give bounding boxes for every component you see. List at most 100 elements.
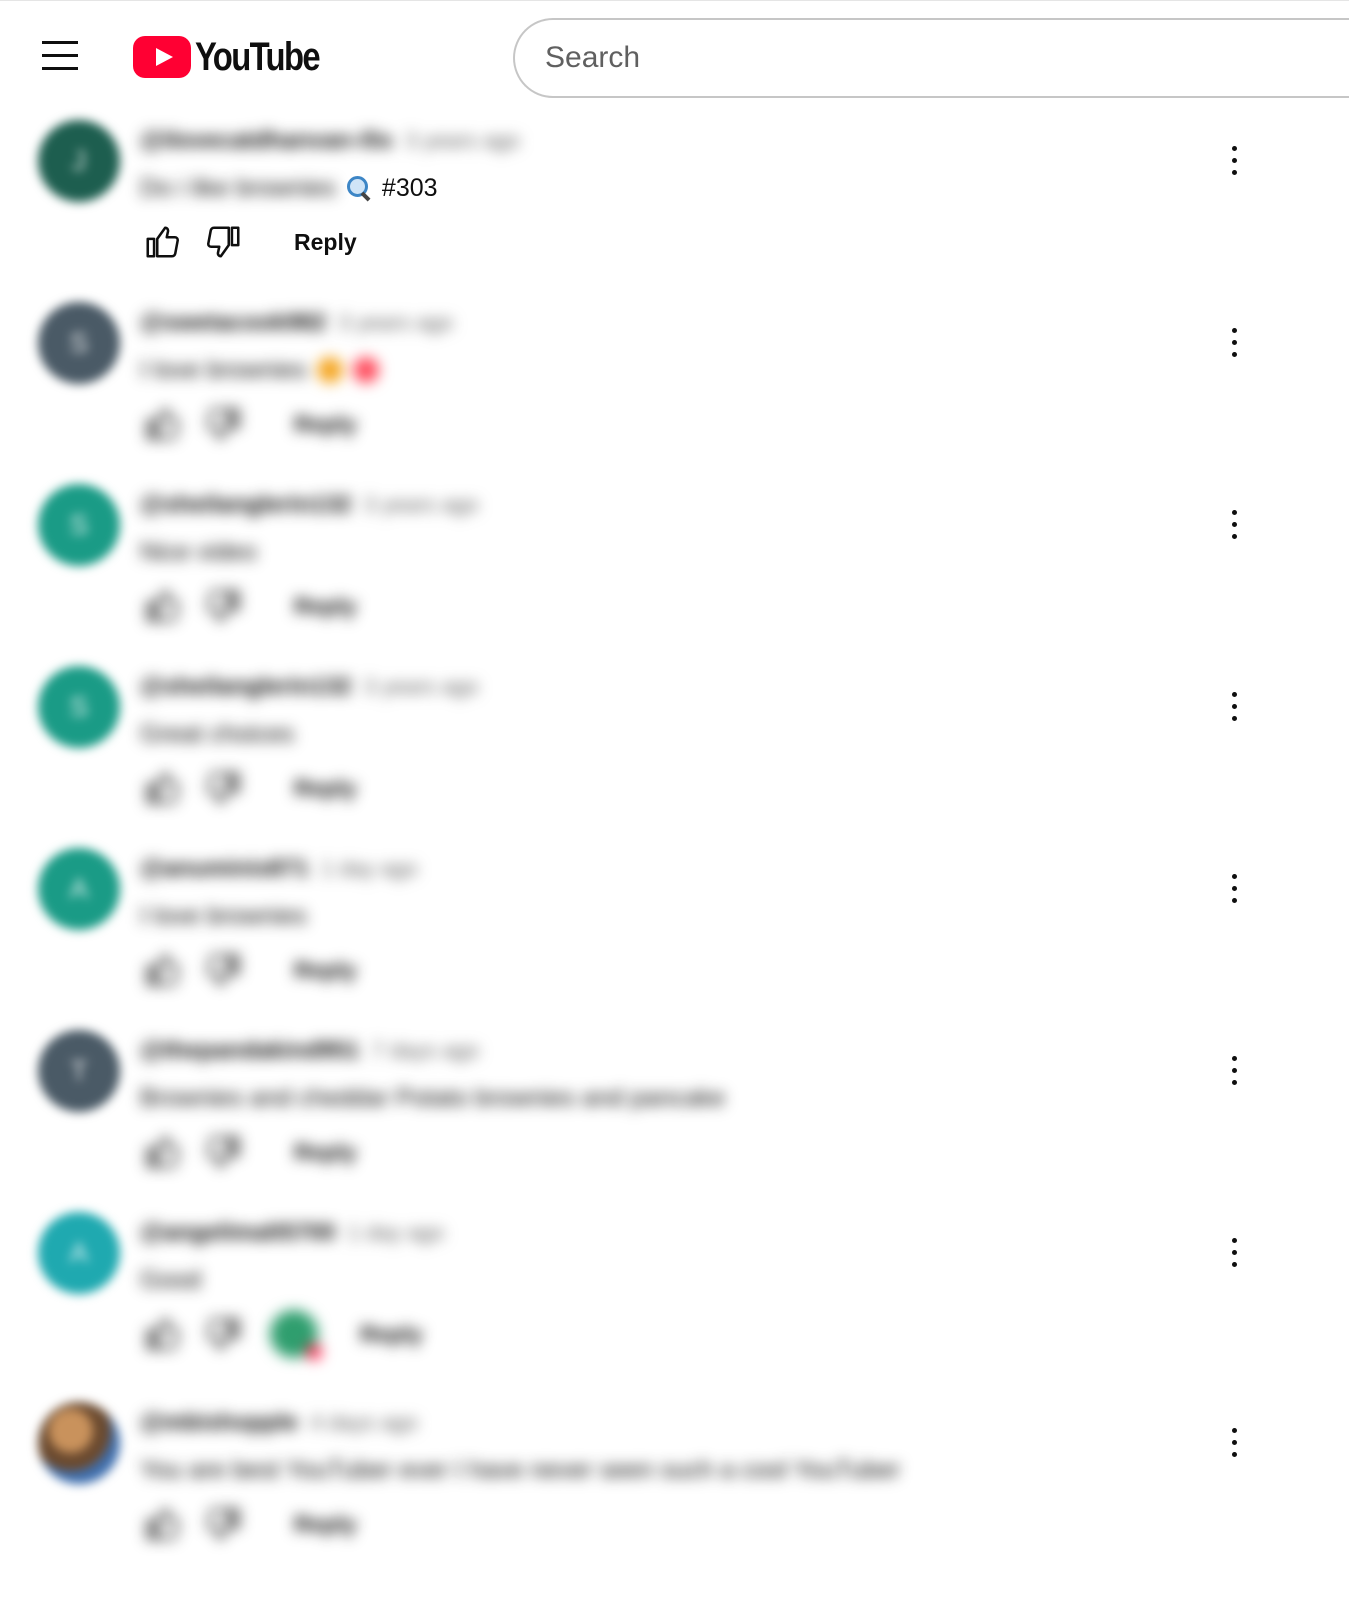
avatar[interactable]: S: [38, 302, 120, 384]
comment-author[interactable]: @sheilanglerin132: [140, 673, 352, 701]
emoji-icon: [316, 357, 343, 383]
comment-header: @anuminis871 1 day ago: [140, 850, 417, 888]
reply-button[interactable]: Reply: [294, 1139, 357, 1166]
comment-author[interactable]: @sheilanglerin132: [140, 491, 352, 519]
more-actions-icon[interactable]: [1212, 134, 1256, 186]
dislike-icon[interactable]: [202, 1502, 246, 1546]
reply-button[interactable]: Reply: [294, 1511, 357, 1538]
more-actions-icon[interactable]: [1212, 1044, 1256, 1096]
avatar[interactable]: J: [38, 120, 120, 202]
reply-button[interactable]: Reply: [360, 1321, 423, 1348]
reply-button[interactable]: Reply: [294, 411, 357, 438]
comment-header: @swetacook982 3 years ago: [140, 304, 453, 342]
youtube-play-icon: [133, 36, 191, 78]
dislike-icon[interactable]: [202, 1312, 246, 1356]
comment-body: I love brownies: [140, 350, 379, 390]
avatar[interactable]: T: [38, 1030, 120, 1112]
comment-author[interactable]: @ilovecatdhanvan-i5s: [140, 127, 393, 155]
dislike-icon[interactable]: [202, 948, 246, 992]
comment-thread: J @ilovecatdhanvan-i5s 3 years ago Do i lik…: [0, 112, 1349, 292]
emoji-icon: [352, 357, 379, 383]
comment-text: Do i like brownies: [140, 173, 336, 202]
comment-actions: Reply: [140, 402, 357, 446]
avatar-letter: S: [69, 509, 89, 540]
avatar-letter: T: [70, 1055, 88, 1086]
comment-time[interactable]: 3 years ago: [405, 128, 520, 154]
search-box[interactable]: [513, 18, 1349, 98]
comment-actions: Reply: [140, 584, 357, 628]
comment-time[interactable]: 3 years ago: [364, 492, 479, 518]
like-icon[interactable]: [140, 766, 184, 810]
logo-text: YouTube: [195, 34, 321, 79]
comment-header: @angelimalt5700 1 day ago: [140, 1214, 444, 1252]
comment-text: I love brownies: [140, 355, 307, 384]
comment-header: @sheilanglerin132 3 years ago: [140, 668, 478, 706]
comment-thread: A @anuminis871 1 day ago I love brownies Rep…: [0, 840, 1349, 1020]
more-actions-icon[interactable]: [1212, 316, 1256, 368]
comment-thread: S @sheilanglerin132 3 years ago Great choic…: [0, 658, 1349, 838]
dislike-icon[interactable]: [202, 220, 246, 264]
avatar-letter: A: [69, 873, 89, 904]
comment-body: You are best YouTuber ever I have never …: [140, 1450, 900, 1490]
dislike-icon[interactable]: [202, 1130, 246, 1174]
comment-body: I love brownies: [140, 896, 307, 936]
comment-author[interactable]: @angelimalt5700: [140, 1219, 336, 1247]
avatar[interactable]: A: [38, 1212, 120, 1294]
comment-header: @mbishopple 4 days ago: [140, 1404, 418, 1442]
comment-time[interactable]: 3 years ago: [364, 674, 479, 700]
comment-text: Good: [140, 1265, 202, 1294]
avatar[interactable]: S: [38, 484, 120, 566]
comment-text: You are best YouTuber ever I have never …: [140, 1455, 901, 1484]
reply-button[interactable]: Reply: [294, 775, 357, 802]
reply-button[interactable]: Reply: [294, 593, 357, 620]
magnifying-glass-emoji-icon: [346, 175, 372, 201]
comment-author[interactable]: @swetacook982: [140, 309, 326, 337]
comment-thread: S @sheilanglerin132 3 years ago Nice video R…: [0, 476, 1349, 656]
comment-thread: @mbishopple 4 days ago You are best YouTub…: [0, 1394, 1349, 1574]
dislike-icon[interactable]: [202, 584, 246, 628]
like-icon[interactable]: [140, 1312, 184, 1356]
comment-text: Brownies and cheddar Potato brownies and…: [140, 1083, 726, 1112]
comment-body: Great choices: [140, 714, 294, 754]
comment-time[interactable]: 4 days ago: [310, 1410, 418, 1436]
comment-actions: Reply: [140, 1130, 357, 1174]
comment-author[interactable]: @thepandakind951: [140, 1037, 359, 1065]
more-actions-icon[interactable]: [1212, 1416, 1256, 1468]
like-icon[interactable]: [140, 948, 184, 992]
comment-hashtag[interactable]: #303: [382, 174, 438, 203]
reply-button[interactable]: Reply: [294, 229, 357, 256]
comment-text: Nice video: [140, 537, 257, 566]
more-actions-icon[interactable]: [1212, 862, 1256, 914]
like-icon[interactable]: [140, 402, 184, 446]
like-icon[interactable]: [140, 1130, 184, 1174]
comment-body: Brownies and cheddar Potato brownies and…: [140, 1078, 725, 1118]
comment-time[interactable]: 3 years ago: [338, 310, 453, 336]
comment-body: Good: [140, 1260, 201, 1300]
like-icon[interactable]: [140, 220, 184, 264]
more-actions-icon[interactable]: [1212, 680, 1256, 732]
comment-time[interactable]: 1 day ago: [321, 856, 418, 882]
comment-time[interactable]: 7 days ago: [371, 1038, 479, 1064]
like-icon[interactable]: [140, 584, 184, 628]
like-icon[interactable]: [140, 1502, 184, 1546]
comment-actions: Reply: [140, 948, 357, 992]
youtube-logo[interactable]: YouTube: [133, 35, 346, 79]
comment-author[interactable]: @anuminis871: [140, 855, 309, 883]
hamburger-menu-icon[interactable]: [36, 35, 84, 75]
search-input[interactable]: [545, 38, 1325, 78]
more-actions-icon[interactable]: [1212, 498, 1256, 550]
comment-header: @ilovecatdhanvan-i5s 3 years ago: [140, 122, 520, 160]
comment-author[interactable]: @mbishopple: [140, 1409, 298, 1437]
avatar[interactable]: A: [38, 848, 120, 930]
comment-time[interactable]: 1 day ago: [348, 1220, 445, 1246]
comment-thread: S @swetacook982 3 years ago I love brownies…: [0, 294, 1349, 474]
dislike-icon[interactable]: [202, 766, 246, 810]
comment-header: @thepandakind951 7 days ago: [140, 1032, 479, 1070]
reply-button[interactable]: Reply: [294, 957, 357, 984]
dislike-icon[interactable]: [202, 402, 246, 446]
avatar[interactable]: [38, 1402, 120, 1484]
more-actions-icon[interactable]: [1212, 1226, 1256, 1278]
comment-actions: Reply: [140, 766, 357, 810]
avatar[interactable]: S: [38, 666, 120, 748]
comment-body: Nice video: [140, 532, 257, 572]
